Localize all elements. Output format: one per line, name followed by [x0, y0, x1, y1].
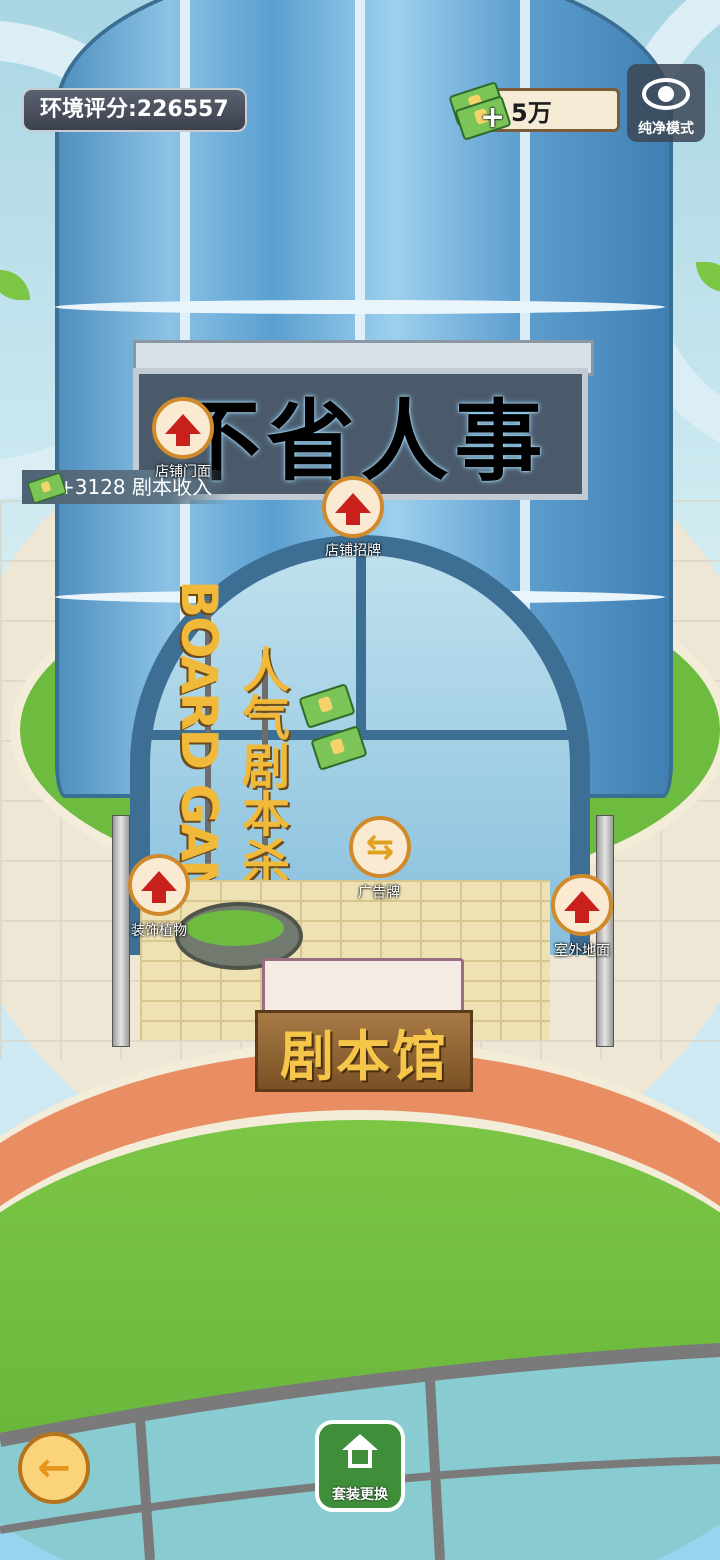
upgrade-plants-button[interactable]: [128, 854, 190, 916]
window-mullion: [356, 555, 366, 735]
upgrade-outdoor-floor-label: 室外地面: [554, 943, 610, 959]
upgrade-storefront-button[interactable]: [152, 397, 214, 459]
plaque-text: 剧本馆: [280, 1024, 448, 1088]
upgrade-outdoor-floor-button[interactable]: [551, 874, 613, 936]
billboard-label: 广告牌: [358, 885, 400, 901]
add-money-button[interactable]: +: [480, 100, 505, 135]
pure-mode-label: 纯净模式: [638, 121, 694, 137]
up-arrow-icon: [165, 414, 201, 446]
upgrade-storefront-label: 店铺门面: [155, 464, 211, 480]
script-hall-plaque[interactable]: 剧本馆: [255, 1010, 473, 1092]
game-scene: 不省人事 环境评分:226557 5万 + 纯净模式 +3128 剧本收入 BO…: [0, 0, 720, 1560]
suit-change-button[interactable]: 套装更换: [315, 1420, 405, 1512]
popular-script-sign: 人气剧本杀: [233, 645, 289, 885]
pure-mode-button[interactable]: 纯净模式: [627, 64, 705, 142]
upgrade-plants-label: 装饰植物: [131, 923, 187, 939]
tower-band: [55, 300, 665, 314]
upgrade-signboard-label: 店铺招牌: [325, 543, 381, 559]
eye-icon: [642, 78, 690, 110]
environment-score: 环境评分:226557: [22, 88, 247, 132]
billboard-swap-button[interactable]: ⇆: [349, 816, 411, 878]
swap-icon: ⇆: [365, 827, 395, 867]
back-arrow-icon: ←: [37, 1445, 71, 1491]
up-arrow-icon: [564, 891, 600, 923]
upgrade-signboard-button[interactable]: [322, 476, 384, 538]
back-button[interactable]: ←: [18, 1432, 90, 1504]
money-value: 5万: [511, 99, 552, 127]
up-arrow-icon: [141, 871, 177, 903]
house-icon: [342, 1434, 378, 1470]
suit-change-label: 套装更换: [332, 1487, 388, 1503]
up-arrow-icon: [335, 493, 371, 525]
